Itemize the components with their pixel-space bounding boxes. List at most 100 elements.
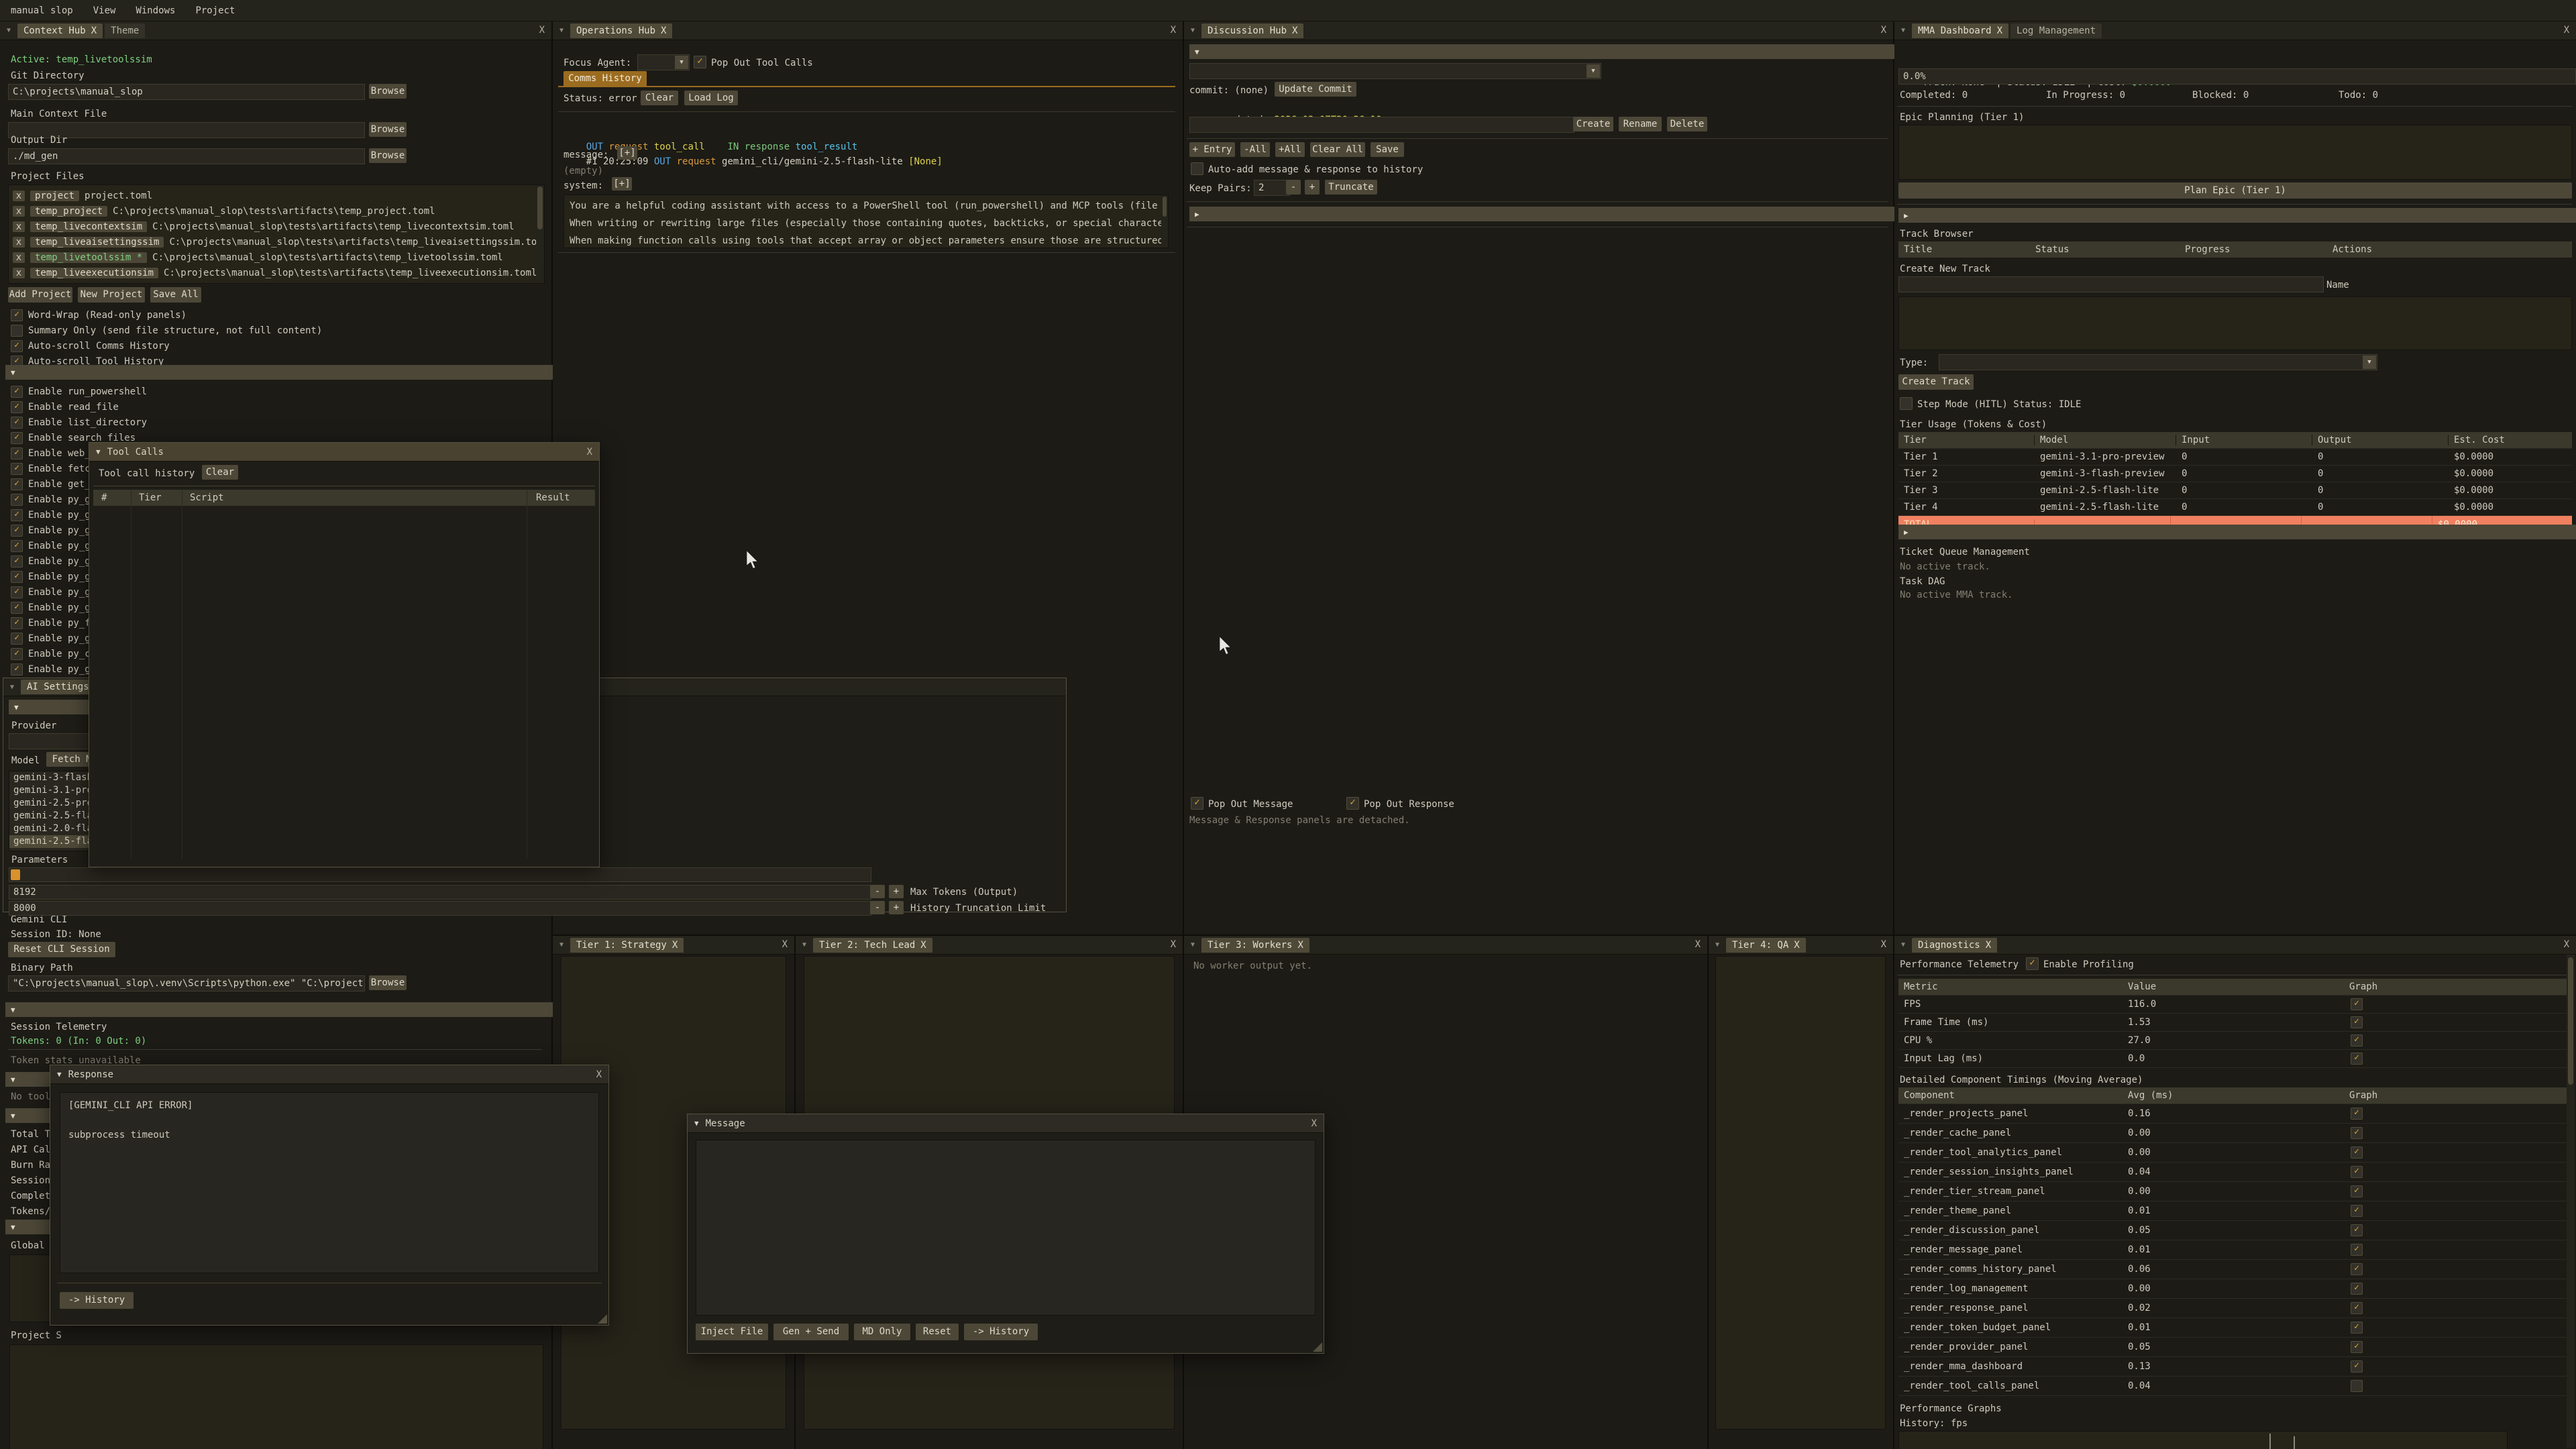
agent-tool-checkbox[interactable]: ✓ <box>11 478 23 490</box>
project-file-row[interactable]: x temp_livecontextsim C:\projects\manual… <box>9 219 544 234</box>
metric-graph-checkbox[interactable]: ✓ <box>2351 1016 2363 1028</box>
dock-collapse-icon[interactable]: ▼ <box>555 941 568 949</box>
tab-discussion-hub[interactable]: Discussion HubX <box>1201 23 1303 38</box>
file-list-scrollbar[interactable] <box>536 185 544 282</box>
system-box-scrollbar[interactable] <box>1161 195 1168 246</box>
popout-message-checkbox[interactable]: ✓ <box>1191 797 1203 810</box>
keep-pairs-input[interactable]: 2 <box>1254 180 1290 196</box>
response-content-box[interactable]: [GEMINI_CLI API ERROR] subprocess timeou… <box>60 1092 599 1273</box>
chevron-down-icon[interactable]: ▼ <box>57 1070 62 1079</box>
metric-graph-checkbox[interactable]: ✓ <box>2351 1053 2363 1065</box>
tab-close-icon[interactable]: X <box>920 940 926 951</box>
binary-browse-button[interactable]: Browse <box>369 975 407 990</box>
project-file-name-button[interactable]: temp_project <box>30 206 107 217</box>
dock-collapse-icon[interactable]: ▼ <box>1711 941 1724 949</box>
create-button[interactable]: Create <box>1573 117 1613 131</box>
truncate-button[interactable]: Truncate <box>1325 180 1377 195</box>
main-context-browse-button[interactable]: Browse <box>369 122 407 137</box>
enable-profiling-checkbox[interactable]: ✓ <box>2026 957 2039 970</box>
message-expand-button[interactable]: [+] <box>617 146 637 160</box>
component-graph-checkbox[interactable]: ✓ <box>2351 1166 2363 1178</box>
tab-tier3-workers[interactable]: Tier 3: WorkersX <box>1201 938 1309 953</box>
chevron-down-icon[interactable]: ▼ <box>675 56 688 69</box>
message-input-box[interactable] <box>696 1140 1316 1316</box>
agent-tool-checkbox[interactable]: ✓ <box>11 586 23 598</box>
panel-close-icon[interactable]: X <box>539 25 545 36</box>
popout-toolcalls-checkbox[interactable]: ✓ <box>694 56 706 68</box>
component-graph-checkbox[interactable]: ✓ <box>2351 1263 2363 1275</box>
clear-all-button[interactable]: Clear All <box>1310 142 1365 157</box>
remove-file-button[interactable]: x <box>13 221 25 232</box>
history-trunc-input[interactable]: 8000 <box>9 901 871 916</box>
tier-model-config-header[interactable]: ▶ Tier Model Config <box>1898 525 2576 539</box>
resize-grip[interactable] <box>1313 1342 1322 1352</box>
panel-close-icon[interactable]: X <box>2564 939 2569 950</box>
component-graph-checkbox[interactable] <box>2351 1380 2363 1392</box>
tab-context-hub[interactable]: Context HubX <box>17 23 103 38</box>
project-file-name-button[interactable]: project <box>30 191 79 201</box>
component-graph-checkbox[interactable]: ✓ <box>2351 1108 2363 1120</box>
load-log-button[interactable]: Load Log <box>684 91 738 105</box>
message-window[interactable]: ▼ Message X Inject File Gen + Send MD On… <box>687 1114 1324 1354</box>
close-icon[interactable]: X <box>596 1069 602 1080</box>
agent-tools-header[interactable]: ▼ Agent Tools <box>5 365 559 380</box>
component-graph-checkbox[interactable]: ✓ <box>2351 1322 2363 1334</box>
delete-button[interactable]: Delete <box>1667 117 1707 131</box>
tab-close-icon[interactable]: X <box>1986 940 1991 951</box>
remove-file-button[interactable]: x <box>13 206 25 217</box>
close-icon[interactable]: X <box>587 447 592 458</box>
remove-file-button[interactable]: x <box>13 191 25 201</box>
dock-collapse-icon[interactable]: ▼ <box>1896 27 1910 34</box>
keep-pairs-minus-button[interactable]: - <box>1286 180 1301 195</box>
discussion-combo[interactable]: main ▼ <box>1189 63 1601 79</box>
discussion-name-input[interactable] <box>1189 117 1574 133</box>
history-trunc-minus-button[interactable]: - <box>870 901 885 914</box>
menu-windows[interactable]: Windows <box>136 5 175 16</box>
agent-tool-row[interactable]: ✓ Enable list_directory <box>8 415 531 430</box>
tool-calls-titlebar[interactable]: ▼ Tool Calls X <box>89 443 599 462</box>
agent-tool-checkbox[interactable]: ✓ <box>11 633 23 645</box>
output-dir-input[interactable]: ./md_gen <box>8 148 365 164</box>
save-all-button[interactable]: Save All <box>150 287 201 303</box>
epic-planning-input[interactable] <box>1898 125 2572 180</box>
agent-tool-row[interactable]: ✓ Enable read_file <box>8 399 531 415</box>
reset-button[interactable]: Reset <box>916 1324 959 1340</box>
agent-tool-checkbox[interactable]: ✓ <box>11 648 23 660</box>
agent-tool-checkbox[interactable]: ✓ <box>11 432 23 444</box>
project-file-row[interactable]: x temp_livetoolssim * C:\projects\manual… <box>9 250 544 265</box>
component-graph-checkbox[interactable]: ✓ <box>2351 1146 2363 1159</box>
project-system-box[interactable] <box>9 1344 543 1449</box>
panel-close-icon[interactable]: X <box>1881 25 1886 36</box>
metric-graph-checkbox[interactable]: ✓ <box>2351 998 2363 1010</box>
project-file-row[interactable]: x project project.toml <box>9 188 544 203</box>
create-track-button[interactable]: Create Track <box>1898 374 1974 390</box>
agent-tool-checkbox[interactable]: ✓ <box>11 525 23 537</box>
component-graph-checkbox[interactable]: ✓ <box>2351 1341 2363 1353</box>
tab-operations-hub[interactable]: Operations HubX <box>570 23 672 38</box>
dock-collapse-icon[interactable]: ▼ <box>5 684 19 691</box>
tab-close-icon[interactable]: X <box>1297 940 1303 951</box>
agent-tool-checkbox[interactable]: ✓ <box>11 463 23 475</box>
remove-file-button[interactable]: x <box>13 252 25 263</box>
remove-file-button[interactable]: x <box>13 237 25 248</box>
agent-tool-checkbox[interactable]: ✓ <box>11 509 23 521</box>
agent-tool-checkbox[interactable]: ✓ <box>11 663 23 676</box>
option-row[interactable]: ✓ Auto-scroll Comms History <box>8 338 531 354</box>
focus-agent-combo[interactable]: All ▼ <box>637 54 690 70</box>
tab-tier4-qa[interactable]: Tier 4: QAX <box>1726 938 1806 953</box>
minus-all-button[interactable]: -All <box>1240 142 1270 157</box>
discussions-header[interactable]: ▼ Discussions <box>1189 44 1905 59</box>
menu-view[interactable]: View <box>93 5 116 16</box>
agent-tool-checkbox[interactable]: ✓ <box>11 494 23 506</box>
tab-mma-dashboard[interactable]: MMA DashboardX <box>1912 23 2008 38</box>
response-window[interactable]: ▼ Response X [GEMINI_CLI API ERROR] subp… <box>50 1065 609 1326</box>
keep-pairs-plus-button[interactable]: + <box>1305 180 1320 195</box>
project-file-name-button[interactable]: temp_liveaisettingssim <box>30 237 164 248</box>
project-file-name-button[interactable]: temp_liveexecutionsim <box>30 268 158 278</box>
panel-close-icon[interactable]: X <box>2564 25 2569 36</box>
max-tokens-plus-button[interactable]: + <box>889 885 904 898</box>
tab-diagnostics[interactable]: DiagnosticsX <box>1912 938 1997 953</box>
component-graph-checkbox[interactable]: ✓ <box>2351 1244 2363 1256</box>
output-dir-browse-button[interactable]: Browse <box>369 148 407 163</box>
dock-collapse-icon[interactable]: ▼ <box>798 941 811 949</box>
